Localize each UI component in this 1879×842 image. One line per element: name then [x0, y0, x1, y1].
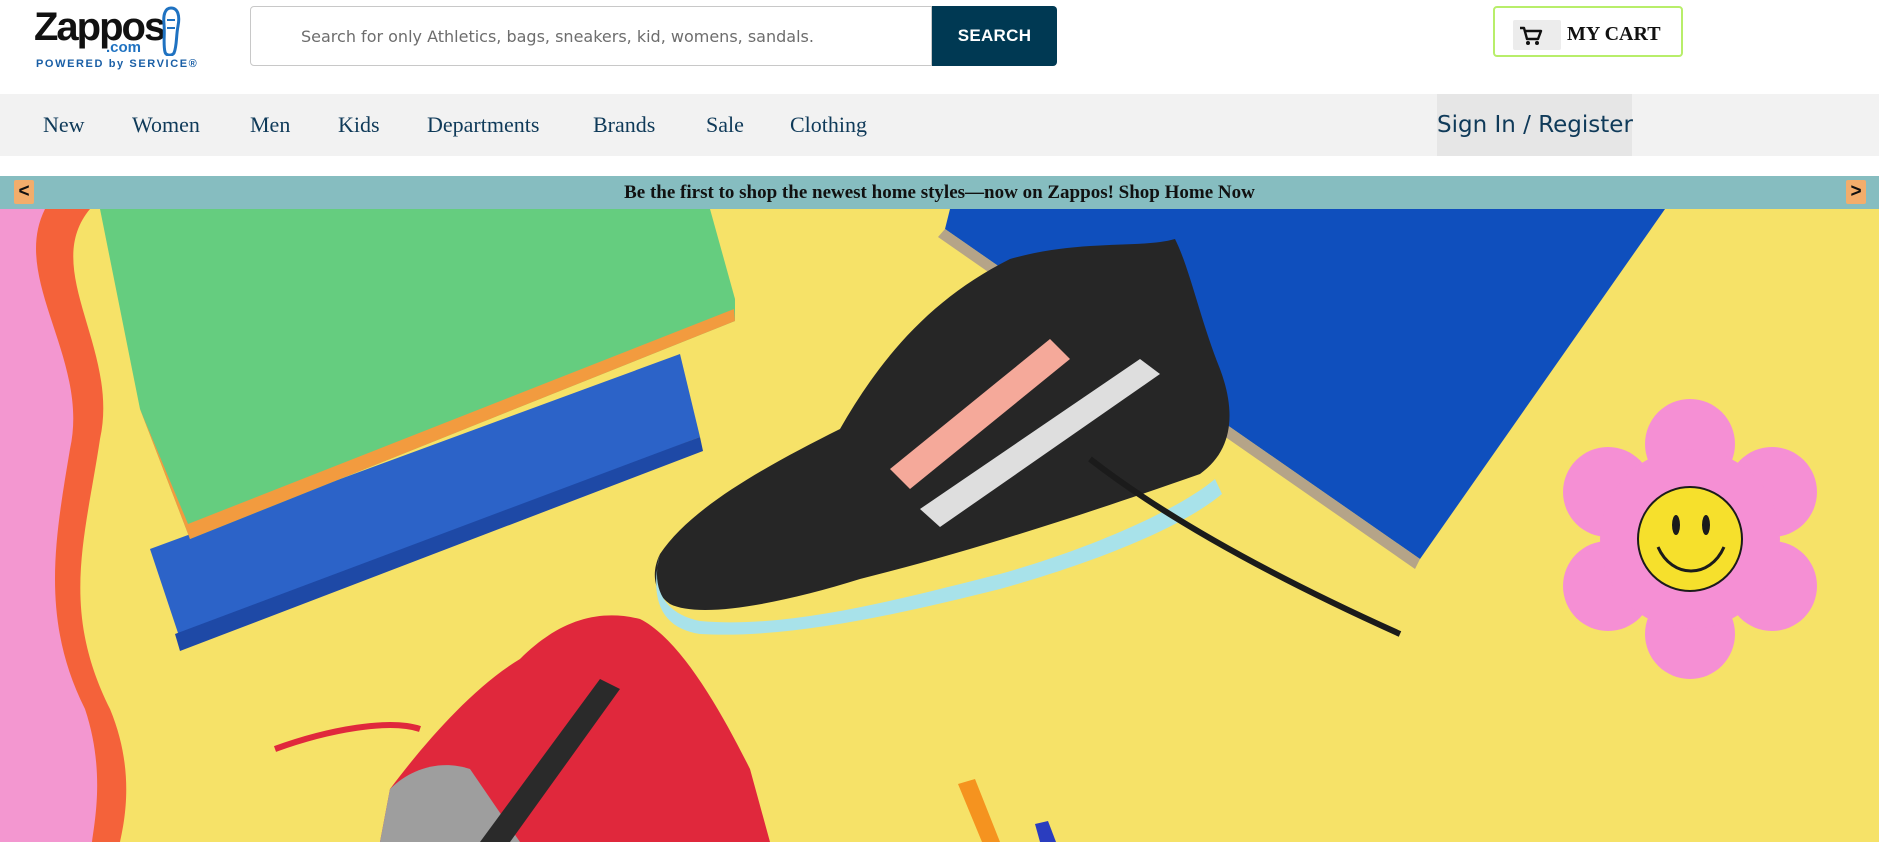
- nav-item-brands[interactable]: Brands: [593, 112, 655, 138]
- search-button[interactable]: SEARCH: [932, 6, 1057, 66]
- nav-item-new[interactable]: New: [43, 112, 85, 138]
- nav-item-men[interactable]: Men: [250, 112, 290, 138]
- promo-text[interactable]: Be the first to shop the newest home sty…: [0, 176, 1879, 209]
- sign-in-register-link[interactable]: Sign In / Register: [1437, 94, 1633, 156]
- nav-item-women[interactable]: Women: [132, 112, 200, 138]
- logo-wordmark: Zappos: [34, 5, 166, 49]
- site-header: Zappos .com POWERED by SERVICE® SEARCH M…: [0, 0, 1879, 94]
- my-cart-button[interactable]: MY CART: [1493, 6, 1683, 57]
- logo-dotcom: .com: [106, 39, 142, 56]
- main-navigation: New Women Men Kids Departments Brands Sa…: [0, 94, 1879, 156]
- promo-banner: Be the first to shop the newest home sty…: [0, 176, 1879, 209]
- logo-shoe-icon: [162, 6, 181, 56]
- nav-item-kids[interactable]: Kids: [338, 112, 380, 138]
- shopping-cart-icon: [1513, 20, 1561, 50]
- hero-image: [0, 209, 1879, 842]
- promo-next-button[interactable]: >: [1846, 180, 1866, 204]
- logo-tagline: POWERED by SERVICE®: [36, 58, 199, 70]
- promo-prev-button[interactable]: <: [14, 180, 34, 204]
- nav-item-departments[interactable]: Departments: [427, 112, 539, 138]
- nav-item-clothing[interactable]: Clothing: [790, 112, 867, 138]
- hero-banner[interactable]: [0, 209, 1879, 842]
- search-input[interactable]: [250, 6, 932, 66]
- cart-label: MY CART: [1567, 23, 1661, 45]
- nav-item-sale[interactable]: Sale: [706, 112, 744, 138]
- zappos-logo[interactable]: Zappos .com POWERED by SERVICE®: [34, 4, 197, 72]
